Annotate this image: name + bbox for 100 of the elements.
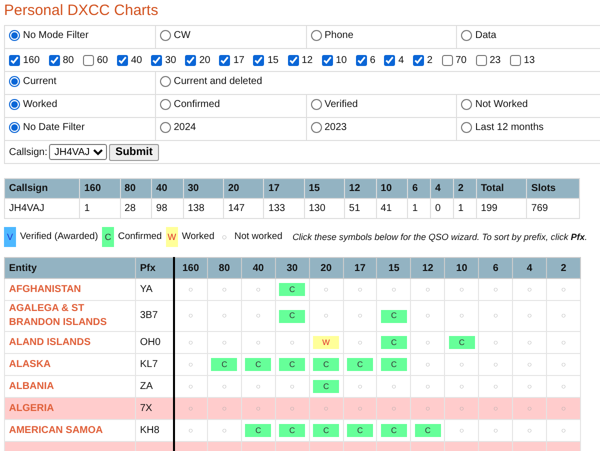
status-symbol[interactable]: ○ — [358, 284, 362, 296]
status-symbol[interactable]: C — [448, 336, 475, 349]
status-symbol[interactable]: C — [279, 358, 306, 371]
radio-button[interactable] — [9, 99, 20, 110]
status-symbol[interactable]: ○ — [561, 424, 566, 436]
radio-button[interactable] — [9, 122, 20, 133]
band-checkbox[interactable] — [384, 54, 396, 66]
status-symbol[interactable]: ○ — [459, 358, 464, 370]
status-symbol[interactable]: ○ — [425, 336, 430, 348]
band-checkbox[interactable] — [116, 54, 128, 66]
status-symbol[interactable]: ○ — [290, 380, 295, 392]
status-symbol[interactable]: W — [313, 336, 340, 349]
radio-button[interactable] — [9, 76, 20, 87]
status-symbol[interactable]: ○ — [459, 380, 464, 392]
band-checkbox[interactable] — [356, 54, 367, 66]
status-symbol[interactable]: ○ — [188, 424, 194, 436]
column-header[interactable]: Pfx — [136, 258, 174, 278]
band-checkbox[interactable] — [219, 54, 230, 66]
status-symbol[interactable]: ○ — [324, 402, 328, 414]
status-symbol[interactable]: ○ — [358, 310, 362, 322]
radio-button[interactable] — [461, 122, 472, 133]
radio-button[interactable] — [310, 30, 322, 41]
status-symbol[interactable]: C — [211, 358, 238, 371]
status-symbol[interactable]: ○ — [391, 284, 396, 296]
status-symbol[interactable]: ○ — [561, 336, 566, 348]
status-symbol[interactable]: ○ — [493, 402, 498, 414]
status-symbol[interactable]: ○ — [290, 402, 295, 414]
status-symbol[interactable]: ○ — [188, 358, 194, 370]
band-checkbox[interactable] — [48, 54, 60, 66]
radio-button[interactable] — [461, 99, 472, 110]
status-symbol[interactable]: ○ — [425, 358, 430, 370]
status-symbol[interactable]: ○ — [425, 402, 430, 414]
status-symbol[interactable]: ○ — [188, 310, 194, 322]
status-symbol[interactable]: ○ — [222, 284, 227, 296]
status-symbol[interactable]: ○ — [561, 310, 566, 322]
status-symbol[interactable]: ○ — [527, 284, 532, 296]
status-symbol[interactable]: ○ — [561, 402, 566, 414]
status-symbol[interactable]: C — [313, 424, 340, 437]
status-symbol[interactable]: ○ — [561, 380, 566, 392]
status-symbol[interactable]: C — [380, 424, 407, 437]
status-symbol[interactable]: ○ — [324, 310, 328, 322]
status-symbol[interactable]: ○ — [188, 336, 194, 348]
status-symbol[interactable]: C — [346, 358, 373, 371]
status-symbol[interactable]: C — [279, 424, 306, 437]
status-symbol[interactable]: ○ — [256, 402, 261, 414]
status-symbol[interactable]: ○ — [425, 380, 430, 392]
status-symbol[interactable]: C — [380, 310, 407, 322]
radio-button[interactable] — [9, 30, 20, 41]
status-symbol[interactable]: ○ — [459, 402, 464, 414]
radio-button[interactable] — [160, 30, 171, 41]
band-checkbox[interactable] — [9, 54, 20, 66]
status-symbol[interactable]: ○ — [222, 424, 227, 436]
status-symbol[interactable]: ○ — [527, 402, 532, 414]
status-symbol[interactable]: ○ — [256, 284, 261, 296]
band-checkbox[interactable] — [510, 54, 521, 66]
status-symbol[interactable]: C — [245, 358, 272, 371]
status-symbol[interactable]: ○ — [222, 402, 227, 414]
callsign-select[interactable]: JH4VAJ — [49, 144, 108, 160]
status-symbol[interactable]: ○ — [459, 310, 464, 322]
status-symbol[interactable]: ○ — [188, 284, 194, 296]
status-symbol[interactable]: ○ — [493, 424, 498, 436]
status-symbol[interactable]: ○ — [493, 284, 498, 296]
status-symbol[interactable]: ○ — [222, 336, 227, 348]
status-symbol[interactable]: C — [313, 380, 340, 393]
radio-button[interactable] — [461, 30, 472, 41]
submit-button[interactable]: Submit — [109, 144, 159, 160]
band-checkbox[interactable] — [322, 54, 333, 66]
band-checkbox[interactable] — [151, 54, 162, 66]
radio-button[interactable] — [160, 99, 171, 110]
status-symbol[interactable]: ○ — [527, 380, 532, 392]
band-checkbox[interactable] — [476, 54, 487, 66]
status-symbol[interactable]: ○ — [358, 336, 362, 348]
status-symbol[interactable]: ○ — [459, 424, 464, 436]
status-symbol[interactable]: ○ — [493, 380, 498, 392]
status-symbol[interactable]: ○ — [425, 284, 430, 296]
status-symbol[interactable]: ○ — [290, 336, 295, 348]
status-symbol[interactable]: ○ — [256, 380, 261, 392]
status-symbol[interactable]: ○ — [459, 284, 464, 296]
band-checkbox[interactable] — [288, 54, 299, 66]
status-symbol[interactable]: ○ — [527, 358, 532, 370]
status-symbol[interactable]: ○ — [527, 310, 532, 322]
status-symbol[interactable]: ○ — [527, 336, 532, 348]
status-symbol[interactable]: C — [380, 358, 407, 371]
status-symbol[interactable]: ○ — [493, 336, 498, 348]
status-symbol[interactable]: ○ — [222, 380, 227, 392]
status-symbol[interactable]: ○ — [222, 310, 227, 322]
band-checkbox[interactable] — [185, 54, 196, 66]
radio-button[interactable] — [310, 99, 322, 110]
band-checkbox[interactable] — [442, 54, 452, 66]
status-symbol[interactable]: ○ — [561, 358, 566, 370]
band-checkbox[interactable] — [82, 54, 94, 66]
status-symbol[interactable]: ○ — [358, 380, 362, 392]
status-symbol[interactable]: ○ — [324, 284, 328, 296]
status-symbol[interactable]: C — [414, 424, 441, 437]
status-symbol[interactable]: C — [279, 283, 306, 296]
band-checkbox[interactable] — [253, 54, 264, 66]
radio-button[interactable] — [160, 122, 171, 133]
radio-button[interactable] — [310, 122, 322, 133]
status-symbol[interactable]: C — [245, 424, 272, 437]
status-symbol[interactable]: ○ — [561, 284, 566, 296]
